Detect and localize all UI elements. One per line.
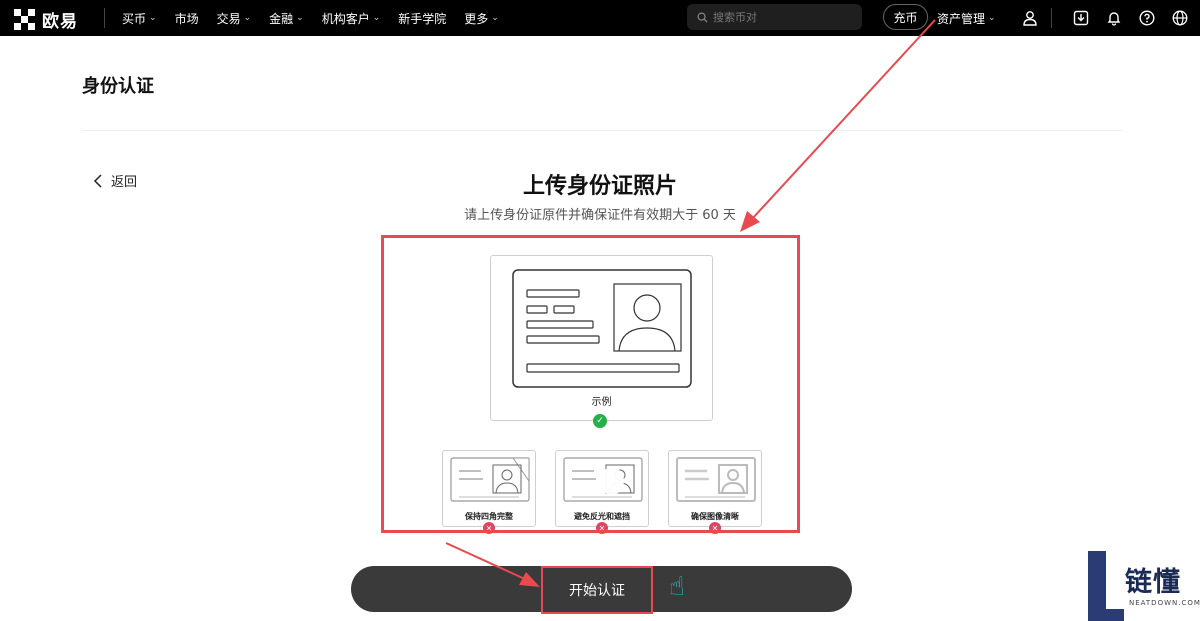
annotation-arrow-top bbox=[751, 19, 936, 220]
arrowhead-bottom bbox=[519, 572, 540, 587]
annotation-arrows bbox=[445, 19, 936, 587]
annotation-arrow-bottom bbox=[445, 542, 528, 581]
watermark-text: 链懂 bbox=[1125, 567, 1181, 598]
watermark-subtext: NEATDOWN.COM bbox=[1129, 599, 1200, 607]
